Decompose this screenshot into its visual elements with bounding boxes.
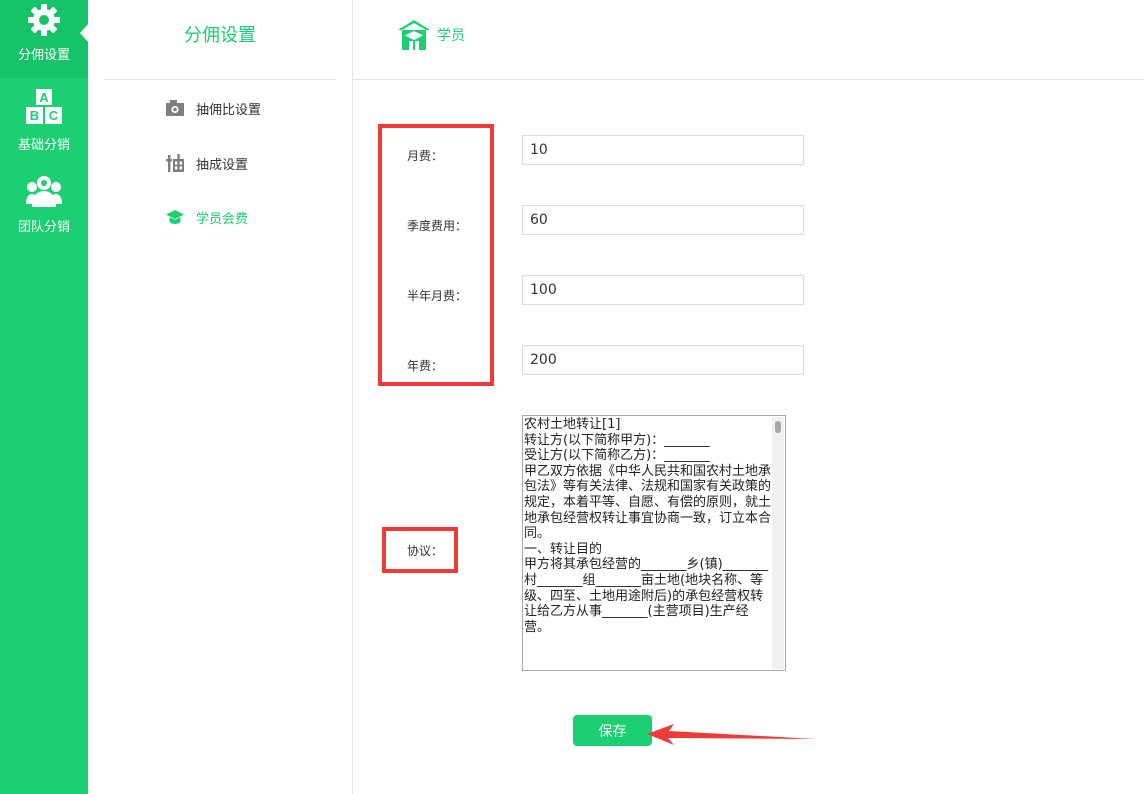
abc-blocks-icon: A B C: [26, 89, 62, 124]
extract-icon: [166, 154, 184, 172]
team-icon: [26, 176, 62, 207]
camera-icon: [166, 99, 184, 117]
graduation-cap-icon: [166, 208, 184, 226]
subnav-item-extraction[interactable]: 抽成设置: [166, 151, 248, 175]
breadcrumb-label: 学员: [437, 28, 465, 44]
svg-text:A: A: [39, 90, 49, 105]
subnav-item-label: 抽成设置: [196, 157, 249, 173]
gear-icon: [28, 4, 60, 36]
sidebar-item-team-distribution[interactable]: 团队分销: [0, 174, 88, 235]
agreement-text: 农村土地转让[1] 转让方(以下简称甲方)：_______ 受让方(以下简称乙方…: [524, 417, 772, 635]
sidebar-item-basic-distribution[interactable]: A B C 基础分销: [0, 88, 88, 153]
sidebar-item-label: 分佣设置: [17, 48, 70, 63]
sidebar-item-label: 基础分销: [17, 138, 70, 153]
annotation-box-agreement: [382, 527, 458, 573]
scrollbar[interactable]: [772, 417, 784, 669]
sidebar-item-label: 团队分销: [17, 220, 70, 235]
sidebar-item-commission-settings[interactable]: 分佣设置: [0, 0, 88, 78]
breadcrumb: 学员: [397, 18, 465, 52]
scrollbar-thumb[interactable]: [775, 421, 781, 433]
svg-text:B: B: [30, 108, 39, 123]
subnav-title: 分佣设置: [104, 0, 336, 80]
annual-fee-input[interactable]: [522, 345, 804, 375]
main-sidebar: 分佣设置 A B C 基础分销 团队分销: [0, 0, 89, 794]
agreement-textarea[interactable]: 农村土地转让[1] 转让方(以下简称甲方)：_______ 受让方(以下简称乙方…: [522, 415, 786, 671]
header-bar: 学员: [353, 0, 1144, 80]
annotation-arrow: [647, 724, 816, 745]
subnav-item-commission-ratio[interactable]: 抽佣比设置: [166, 96, 261, 120]
quarterly-fee-input[interactable]: [522, 205, 804, 235]
subnav-item-label: 抽佣比设置: [196, 102, 262, 118]
save-button[interactable]: 保存: [573, 715, 652, 746]
monthly-fee-input[interactable]: [522, 135, 804, 165]
subnav-item-member-fee[interactable]: 学员会费: [166, 205, 248, 229]
subnav-item-label: 学员会费: [196, 211, 249, 227]
halfyear-fee-input[interactable]: [522, 275, 804, 305]
svg-text:C: C: [49, 108, 59, 123]
school-icon: [398, 20, 430, 50]
annotation-box-fees: [378, 124, 494, 386]
secondary-nav: 分佣设置 抽佣比设置 抽成设置 学员会费: [88, 0, 353, 794]
